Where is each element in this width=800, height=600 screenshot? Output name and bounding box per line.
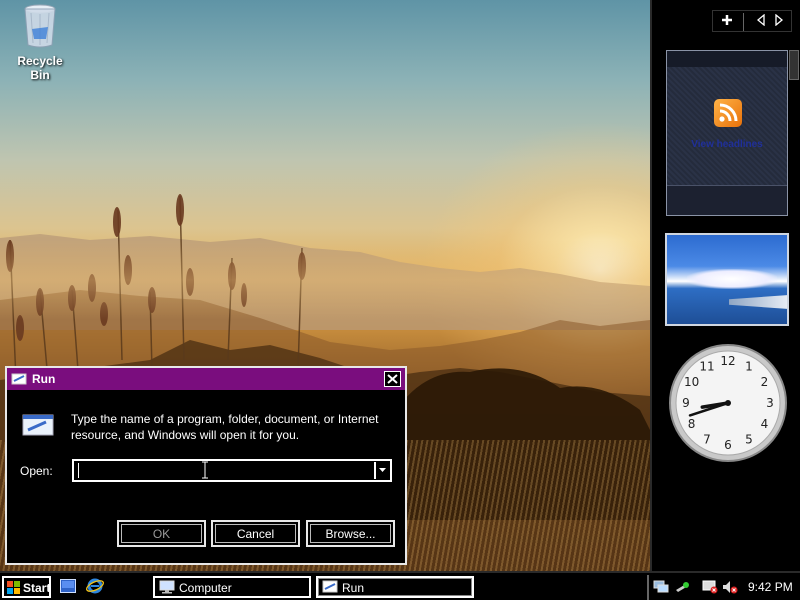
run-title-bar[interactable]: Run bbox=[7, 368, 405, 390]
browse-button[interactable]: Browse... bbox=[306, 520, 395, 547]
taskbar-clock[interactable]: 9:42 PM bbox=[748, 580, 793, 594]
clock-numeral: 6 bbox=[724, 438, 732, 452]
feed-gadget-header bbox=[667, 51, 787, 67]
slideshow-image-pier bbox=[729, 295, 787, 309]
clock-numeral: 2 bbox=[761, 375, 769, 389]
network-disconnected-icon[interactable] bbox=[702, 580, 718, 594]
network-icon[interactable] bbox=[653, 580, 669, 594]
internet-explorer-icon[interactable] bbox=[86, 577, 104, 595]
clock-numeral: 12 bbox=[720, 354, 735, 368]
chevron-down-icon bbox=[379, 468, 386, 472]
sidebar-toolbar bbox=[712, 10, 792, 32]
computer-icon bbox=[159, 580, 175, 594]
browse-button-label: Browse... bbox=[310, 524, 391, 543]
clock-numeral: 11 bbox=[699, 360, 714, 374]
ok-button-label: OK bbox=[121, 524, 202, 543]
feed-headlines-gadget[interactable]: View headlines bbox=[666, 50, 788, 216]
view-headlines-link[interactable]: View headlines bbox=[667, 139, 787, 150]
text-caret bbox=[78, 463, 79, 478]
clock-numeral: 5 bbox=[745, 432, 753, 446]
feed-gadget-footer bbox=[667, 185, 787, 215]
clock-numeral: 10 bbox=[684, 375, 699, 389]
taskbar-button-computer[interactable]: Computer bbox=[153, 576, 311, 598]
taskbar-button-label: Run bbox=[342, 581, 365, 595]
slideshow-image-cloud bbox=[687, 269, 777, 289]
taskbar: Start Computer Run 9:42 PM bbox=[0, 571, 800, 600]
run-title-text: Run bbox=[32, 372, 56, 386]
recycle-bin-label: Recycle Bin bbox=[17, 54, 63, 82]
start-button[interactable]: Start bbox=[2, 576, 51, 598]
clock-numeral: 4 bbox=[761, 417, 769, 431]
taskbar-button-run[interactable]: Run bbox=[316, 576, 474, 598]
rss-feed-icon bbox=[714, 99, 742, 127]
clock-numeral: 3 bbox=[766, 396, 774, 410]
safely-remove-icon[interactable] bbox=[674, 580, 690, 594]
clock-numeral: 7 bbox=[703, 432, 711, 446]
add-gadget-button[interactable] bbox=[717, 14, 737, 30]
run-title-icon bbox=[11, 373, 27, 385]
close-button[interactable] bbox=[384, 371, 401, 387]
ok-button[interactable]: OK bbox=[117, 520, 206, 547]
open-combobox[interactable] bbox=[72, 459, 392, 482]
open-input[interactable] bbox=[76, 462, 370, 479]
clock-gadget[interactable]: 1234567891011 12 bbox=[668, 342, 788, 464]
cancel-button[interactable]: Cancel bbox=[211, 520, 300, 547]
add-gadget-icon bbox=[722, 15, 732, 25]
desktop-icon-recycle-bin[interactable]: Recycle Bin bbox=[6, 3, 74, 82]
open-label: Open: bbox=[20, 464, 53, 478]
cancel-button-label: Cancel bbox=[215, 524, 296, 543]
notification-area: 9:42 PM bbox=[647, 575, 798, 600]
wallpaper-haze bbox=[0, 240, 650, 320]
run-dialog: Run Type the name of a program, folder, … bbox=[5, 366, 407, 565]
windows-sidebar: View headlines 1 2 3 4 5 6 7 8 9 10 11 12 bbox=[650, 0, 800, 571]
run-instructions: Type the name of a program, folder, docu… bbox=[71, 412, 379, 442]
show-desktop-icon[interactable] bbox=[60, 579, 76, 593]
volume-muted-icon[interactable] bbox=[722, 580, 738, 594]
clock-numeral: 8 bbox=[688, 417, 696, 431]
slideshow-gadget[interactable] bbox=[665, 233, 789, 326]
open-dropdown-button[interactable] bbox=[374, 462, 389, 479]
recycle-bin-icon bbox=[24, 4, 56, 48]
start-label: Start bbox=[23, 581, 51, 595]
sidebar-scrollbar[interactable] bbox=[789, 50, 799, 80]
run-program-icon bbox=[22, 414, 54, 436]
clock-numeral: 1 bbox=[745, 360, 753, 374]
previous-gadgets-button[interactable] bbox=[751, 13, 771, 30]
run-icon bbox=[322, 580, 338, 593]
next-icon bbox=[775, 13, 784, 27]
clock-numeral: 9 bbox=[682, 396, 690, 410]
toolbar-separator bbox=[743, 13, 744, 31]
close-icon bbox=[387, 374, 398, 384]
ibeam-cursor-icon bbox=[202, 461, 208, 479]
windows-flag-icon bbox=[7, 581, 20, 594]
prev-icon bbox=[756, 13, 765, 27]
next-gadgets-button[interactable] bbox=[769, 13, 789, 30]
taskbar-button-label: Computer bbox=[179, 581, 232, 595]
